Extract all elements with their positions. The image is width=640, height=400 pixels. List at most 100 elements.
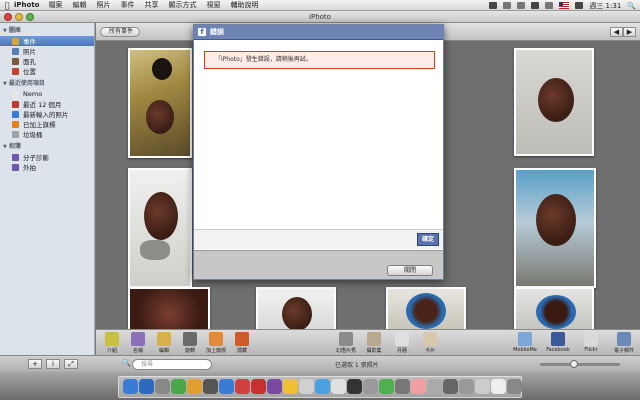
sidebar-item[interactable]: 面孔 [0,56,94,66]
menu-help[interactable]: 輔助說明 [230,0,258,10]
toolbar-button[interactable]: MobileMe [509,332,541,353]
photo-thumbnail[interactable] [514,48,594,156]
input-source-flag-icon[interactable] [559,2,570,9]
toolbar-button-label: 加上旗標 [205,348,226,354]
dock-app-icon[interactable] [123,379,138,394]
event-icon [12,90,19,98]
confirm-button[interactable]: 確定 [417,233,439,246]
photo-thumbnail[interactable] [128,168,192,288]
battery-icon[interactable] [575,2,584,9]
menu-events[interactable]: 事件 [120,0,134,10]
sidebar-item[interactable]: 垃圾桶 [0,129,94,139]
sidebar-item[interactable]: 最近 12 個月 [0,99,94,109]
dock-app-icon[interactable] [379,379,394,394]
dock-app-icon[interactable] [219,379,234,394]
photo-thumbnail[interactable] [386,287,466,329]
dock-app-icon[interactable] [347,379,362,394]
dock-app-icon[interactable] [491,379,506,394]
dock-app-icon[interactable] [299,379,314,394]
sidebar-item[interactable]: 位置 [0,66,94,76]
apple-menu-icon[interactable]:  [0,1,14,10]
close-button[interactable]: 關閉 [387,265,433,276]
menu-window[interactable]: 視窗 [206,0,220,10]
toolbar-button[interactable]: 電子郵件 [608,332,640,354]
photo-thumbnail[interactable] [514,287,594,329]
toolbar-button[interactable]: 幻燈片秀 [332,332,360,354]
dock-app-icon[interactable] [283,379,298,394]
dock-app-icon[interactable] [267,379,282,394]
dock-app-icon[interactable] [507,379,522,394]
sidebar-item[interactable]: Nemo [0,89,94,99]
toolbar-button[interactable]: 介紹 [98,332,126,354]
sidebar-item[interactable]: 照片 [0,46,94,56]
add-button[interactable]: + [28,359,42,369]
dock-app-icon[interactable] [203,379,218,394]
bluetooth-icon[interactable] [517,2,526,9]
dock-app-icon[interactable] [331,379,346,394]
next-event-button[interactable]: ▶ [623,27,636,37]
dock-app-icon[interactable] [251,379,266,394]
sidebar-item[interactable]: 已加上旗標 [0,119,94,129]
dock-app-icon[interactable] [171,379,186,394]
sidebar-item[interactable]: 事件 [0,36,94,46]
volume-icon[interactable] [545,2,554,9]
toolbar-button[interactable]: 名稱 [124,332,152,354]
dock-app-icon[interactable] [187,379,202,394]
toolbar-button-label: 介紹 [106,348,117,354]
toolbar-button[interactable]: 攝影集 [360,332,388,354]
wifi-icon[interactable] [531,2,540,9]
sidebar-item[interactable]: 分子診斷 [0,152,94,162]
dock-app-icon[interactable] [395,379,410,394]
disclosure-triangle-icon[interactable]: ▼ [3,144,7,150]
name-icon [131,332,145,346]
toolbar-button[interactable]: Facebook [542,332,574,353]
menu-file[interactable]: 檔案 [48,0,62,10]
menu-share[interactable]: 共享 [144,0,158,10]
toolbar-button[interactable]: 加上旗標 [202,332,230,354]
fullscreen-button[interactable]: ⤢ [64,359,78,369]
dock-app-icon[interactable] [363,379,378,394]
dock-app-icon[interactable] [139,379,154,394]
dock-app-icon[interactable] [427,379,442,394]
toolbar-button[interactable]: 月曆 [388,332,416,354]
sidebar-item[interactable]: 外拍 [0,162,94,172]
photo-thumbnail[interactable] [128,48,192,158]
toolbar-button[interactable]: 卡片 [416,332,444,354]
calendar-icon [12,100,19,108]
status-bar: + i ⤢ 🔍 搜尋 已選取 1 張照片 [0,355,640,372]
menu-edit[interactable]: 編輯 [72,0,86,10]
photo-thumbnail[interactable] [128,287,210,329]
photo-thumbnail[interactable] [514,168,596,288]
toolbar-button[interactable]: 編輯 [150,332,178,354]
disclosure-triangle-icon[interactable]: ▼ [3,28,7,34]
dock-app-icon[interactable] [459,379,474,394]
dock-app-icon[interactable] [155,379,170,394]
toolbar-button[interactable]: Flickr [575,332,607,353]
dock-app-icon[interactable] [411,379,426,394]
dock-app-icon[interactable] [475,379,490,394]
toolbar-button[interactable]: 旋轉 [176,332,204,354]
menu-view[interactable]: 顯示方式 [168,0,196,10]
sidebar-section-header[interactable]: ▼ 最近使用項目 [0,76,94,89]
menu-photos[interactable]: 照片 [96,0,110,10]
sync-icon[interactable] [503,2,512,9]
dock-app-icon[interactable] [235,379,250,394]
menu-clock[interactable]: 週三 1:31 [589,1,621,11]
search-field[interactable]: 搜尋 [132,359,212,370]
all-events-button[interactable]: 所有事件 [100,27,141,37]
previous-event-button[interactable]: ◀ [610,27,623,37]
info-button[interactable]: i [46,359,60,369]
app-menu[interactable]: iPhoto [14,1,39,9]
sidebar-section-header[interactable]: ▼ 圖庫 [0,23,94,36]
sidebar-item[interactable]: 最新輸入的照片 [0,109,94,119]
photo-thumbnail[interactable] [256,287,336,329]
dock-app-icon[interactable] [315,379,330,394]
sidebar-section-header[interactable]: ▼ 相簿 [0,139,94,152]
spotlight-icon[interactable]: 🔍 [627,2,636,10]
toolbar-button[interactable]: 隱藏 [228,332,256,354]
zoom-slider[interactable] [540,360,620,368]
dock-app-icon[interactable] [443,379,458,394]
zoom-slider-knob[interactable] [570,360,578,368]
disclosure-triangle-icon[interactable]: ▼ [3,81,7,87]
status-icon[interactable] [489,2,498,9]
